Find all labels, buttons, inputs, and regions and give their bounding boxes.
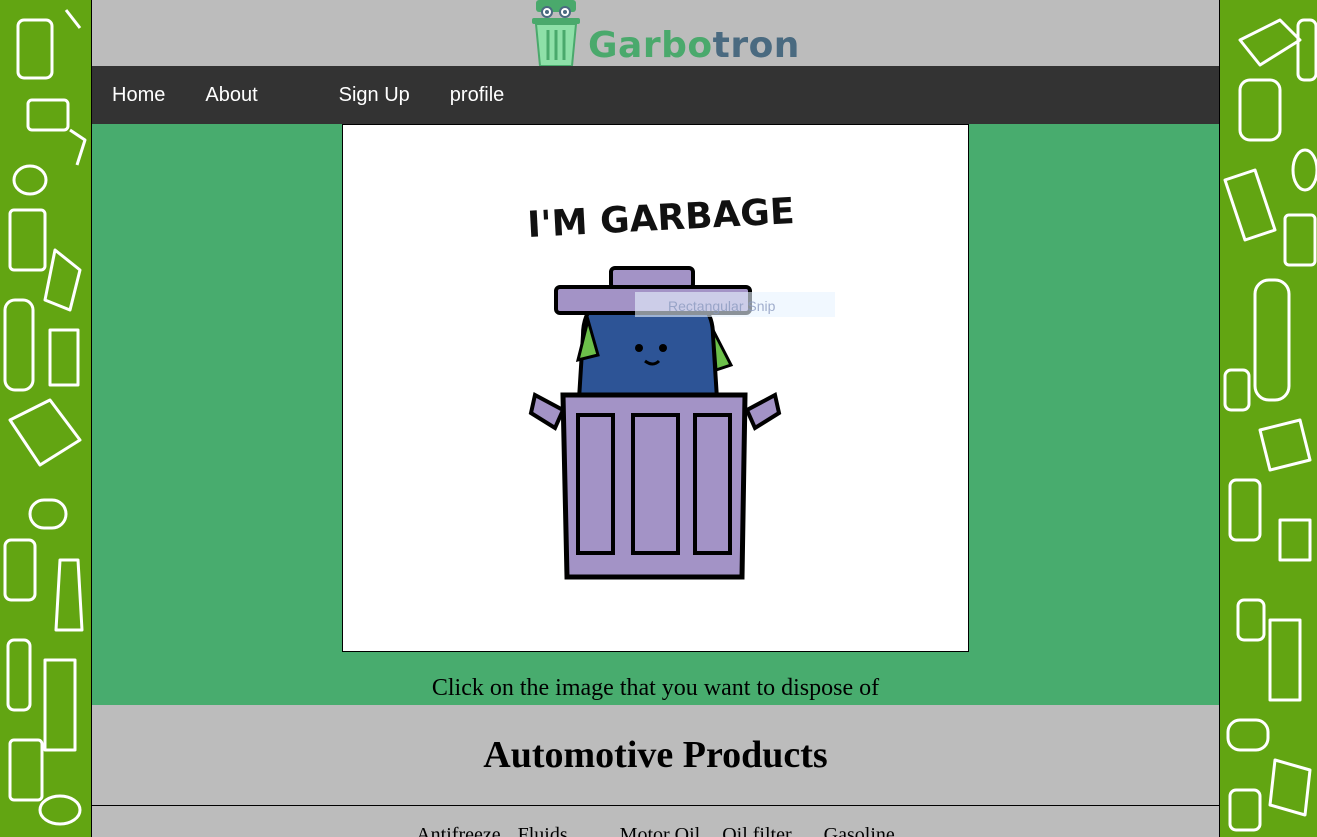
snip-overlay-text: Rectangular Snip — [668, 298, 776, 314]
product-item-motor-oil[interactable]: Motor Oil — [620, 824, 701, 837]
product-item-oil-filter[interactable]: Oil filter — [722, 824, 791, 837]
site-logo[interactable]: Garbotron — [530, 0, 800, 66]
product-item-gasoline[interactable]: Gasoline — [824, 824, 895, 837]
trash-can-robot-icon — [532, 0, 580, 66]
hero-section: I'M GARBAGE Rectangular Snip Click on th… — [92, 124, 1219, 705]
nav-profile-link[interactable]: profile — [450, 84, 504, 107]
product-list: Antifreeze Fluids Motor Oil Oil filter G… — [92, 805, 1219, 837]
logo-word-garbo: Garbo — [588, 25, 713, 66]
left-background-pattern — [0, 0, 91, 837]
garbage-image-button[interactable]: I'M GARBAGE Rectangular Snip — [342, 124, 969, 652]
product-item-fluids[interactable]: Fluids — [518, 824, 568, 837]
garbage-caption-text: I'M GARBAGE — [526, 191, 795, 246]
garbage-illustration: I'M GARBAGE Rectangular Snip — [526, 191, 835, 580]
logo-word-tron: tron — [712, 25, 800, 66]
main-navigation: Home About Sign Up profile — [92, 66, 1219, 124]
recycling-doodle-pattern-right — [1220, 0, 1317, 837]
product-item-antifreeze[interactable]: Antifreeze — [416, 824, 500, 837]
page-container: Garbotron Home About Sign Up profile I'M… — [91, 0, 1220, 837]
nav-home-link[interactable]: Home — [112, 84, 165, 107]
logo-wordmark: Garbotron — [588, 28, 800, 66]
instruction-text: Click on the image that you want to disp… — [431, 675, 880, 701]
site-header: Garbotron — [92, 0, 1219, 66]
section-title: Automotive Products — [483, 734, 828, 776]
nav-about-link[interactable]: About — [205, 84, 257, 107]
right-background-pattern — [1220, 0, 1317, 837]
nav-signup-link[interactable]: Sign Up — [339, 84, 410, 107]
recycling-doodle-pattern-left — [0, 0, 91, 837]
